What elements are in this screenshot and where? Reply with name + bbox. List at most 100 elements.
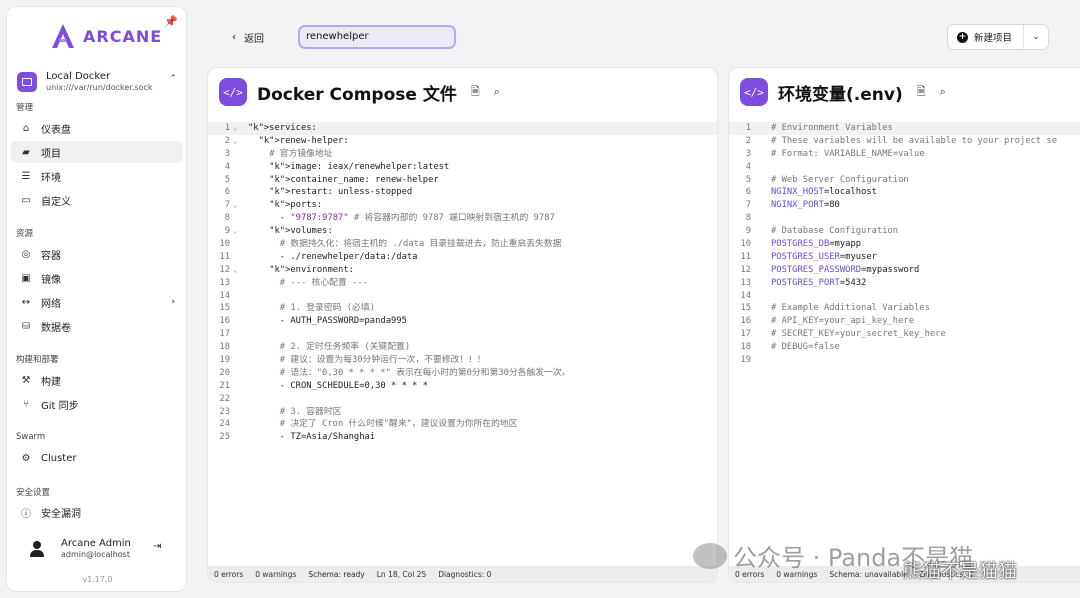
code-line[interactable]: 10 # 数据持久化：将宿主机的 ./data 目录挂载进去，防止重启丢失数据 xyxy=(208,238,717,251)
code-text: # 2. 定时任务频率 (关键配置) xyxy=(279,342,411,353)
new-project-dropdown-button[interactable]: ⌄ xyxy=(1024,32,1048,42)
environment-socket: unix:///var/run/docker.sock xyxy=(46,83,153,93)
code-line[interactable]: 1 ⌄ "k">services: xyxy=(208,122,717,135)
code-line[interactable]: 9 ⌄ "k">volumes: xyxy=(208,225,717,238)
code-line[interactable]: 18 # DEBUG=false xyxy=(729,341,1080,354)
code-line[interactable]: 16 # API_KEY=your_api_key_here xyxy=(729,315,1080,328)
sidebar-item-cluster[interactable]: ⚙ Cluster xyxy=(11,447,183,469)
compose-code-editor[interactable]: 1 ⌄ "k">services: 2 ⌄ "k">renew-helper: 3 # 官… xyxy=(208,122,717,566)
code-line[interactable]: 19 xyxy=(729,354,1080,367)
fold-chevron-icon[interactable]: ⌄ xyxy=(233,135,237,148)
code-line[interactable]: 15 # Example Additional Variables xyxy=(729,302,1080,315)
code-line[interactable]: 5 # Web Server Configuration xyxy=(729,174,1080,187)
code-line[interactable]: 14 xyxy=(729,290,1080,303)
code-line[interactable]: 12 ⌄ "k">environment: xyxy=(208,264,717,277)
code-line[interactable]: 17 # SECRET_KEY=your_secret_key_here xyxy=(729,328,1080,341)
fold-chevron-icon[interactable]: ⌄ xyxy=(233,122,237,135)
back-button[interactable]: ‹ 返回 xyxy=(232,30,264,45)
code-line[interactable]: 6 "k">restart: unless-stopped xyxy=(208,186,717,199)
line-number: 8 xyxy=(224,213,230,224)
arcane-logo[interactable]: ARCANE xyxy=(51,23,162,49)
code-line[interactable]: 6 NGINX_HOST=localhost xyxy=(729,186,1080,199)
sidebar-item-git-sync[interactable]: ⑂ Git 同步 xyxy=(11,393,183,415)
compose-status-bar: 0 errors 0 warnings Schema: ready Ln 18,… xyxy=(208,566,717,582)
code-line[interactable]: 12 POSTGRES_PASSWORD=mypassword xyxy=(729,264,1080,277)
code-text: # Format: VARIABLE_NAME=value xyxy=(771,148,925,159)
code-text: # 数据持久化：将宿主机的 ./data 目录挂载进去，防止重启丢失数据 xyxy=(279,239,562,250)
code-text: # Database Configuration xyxy=(771,226,899,237)
sidebar-item-containers[interactable]: ◎ 容器 xyxy=(11,243,183,265)
code-line[interactable]: 9 # Database Configuration xyxy=(729,225,1080,238)
code-line[interactable]: 21 - CRON_SCHEDULE=0,30 * * * * xyxy=(208,380,717,393)
code-line[interactable]: 25 - TZ=Asia/Shanghai xyxy=(208,431,717,444)
sidebar-item-label: 项目 xyxy=(41,148,61,160)
search-icon[interactable]: ⌕ xyxy=(940,85,946,99)
code-line[interactable]: 1 # Environment Variables xyxy=(729,122,1080,135)
sidebar-item-customize[interactable]: ▭ 自定义 xyxy=(11,189,183,211)
file-format-icon[interactable]: 🗎 xyxy=(917,83,926,102)
sidebar-item-projects[interactable]: ▰ 项目 xyxy=(11,141,183,163)
environment-selector[interactable]: Local Docker unix:///var/run/docker.sock… xyxy=(17,65,181,99)
sidebar-item-label: 构建 xyxy=(41,376,61,388)
code-line[interactable]: 23 # 3. 容器时区 xyxy=(208,406,717,419)
env-code-editor[interactable]: 1 # Environment Variables 2 # These variabl… xyxy=(729,122,1080,566)
fold-chevron-icon[interactable]: ⌄ xyxy=(233,264,237,277)
code-line[interactable]: 4 "k">image: ieax/renewhelper:latest xyxy=(208,161,717,174)
code-line[interactable]: 10 POSTGRES_DB=myapp xyxy=(729,238,1080,251)
fold-chevron-icon[interactable]: ⌄ xyxy=(233,225,237,238)
code-text: - AUTH_PASSWORD=panda995 xyxy=(248,316,407,327)
logout-icon[interactable]: ⇥ xyxy=(153,541,161,552)
sidebar-item-dashboard[interactable]: ⌂ 仪表盘 xyxy=(11,117,183,139)
back-label: 返回 xyxy=(244,34,264,45)
code-line[interactable]: 18 # 2. 定时任务频率 (关键配置) xyxy=(208,341,717,354)
code-line[interactable]: 3 # Format: VARIABLE_NAME=value xyxy=(729,148,1080,161)
code-line[interactable]: 8 xyxy=(729,212,1080,225)
new-project-button[interactable]: + 新建项目 xyxy=(948,25,1024,49)
env-editor-panel: </> 环境变量(.env) 🗎 ⌕ 1 # Environment Variab… xyxy=(728,67,1080,583)
code-line[interactable]: 11 - ./renewhelper/data:/data xyxy=(208,251,717,264)
line-number: 23 xyxy=(219,406,230,417)
line-number: 3 xyxy=(745,148,751,159)
sidebar-item-vulnerabilities[interactable]: ⓘ 安全漏洞 xyxy=(11,501,183,523)
code-line[interactable]: 15 # 1. 登录密码 (必填) xyxy=(208,302,717,315)
code-line[interactable]: 13 POSTGRES_PORT=5432 xyxy=(729,277,1080,290)
code-line[interactable]: 19 # 建议：设置为每30分钟运行一次，不要修改！！！ xyxy=(208,354,717,367)
sidebar-item-build[interactable]: ⚒ 构建 xyxy=(11,369,183,391)
line-number: 5 xyxy=(224,174,230,185)
code-text: # 决定了 Cron 什么时候"醒来"，建议设置为你所在的地区 xyxy=(279,419,518,430)
code-line[interactable]: 24 # 决定了 Cron 什么时候"醒来"，建议设置为你所在的地区 xyxy=(208,418,717,431)
sidebar-item-networks[interactable]: ↔ 网络 › xyxy=(11,291,183,313)
code-line[interactable]: 3 # 官方镜像地址 xyxy=(208,148,717,161)
sidebar-item-volumes[interactable]: ⛁ 数据卷 xyxy=(11,315,183,337)
sidebar-item-images[interactable]: ▣ 镜像 xyxy=(11,267,183,289)
code-line[interactable]: 13 # --- 核心配置 --- xyxy=(208,277,717,290)
code-line[interactable]: 7 ⌄ "k">ports: xyxy=(208,199,717,212)
user-profile[interactable]: Arcane Admin admin@localhost xyxy=(29,537,131,560)
project-name-input[interactable]: renewhelper xyxy=(298,25,456,49)
pin-icon[interactable]: 📌 xyxy=(164,15,178,28)
sidebar-item-environments[interactable]: ☰ 环境 xyxy=(11,165,183,187)
sidebar-item-label: 仪表盘 xyxy=(41,124,71,136)
code-line[interactable]: 16 - AUTH_PASSWORD=panda995 xyxy=(208,315,717,328)
line-number: 6 xyxy=(745,187,751,198)
chevron-updown-icon: ⌃ xyxy=(169,74,177,84)
code-text: - CRON_SCHEDULE=0,30 * * * * xyxy=(248,380,429,391)
code-line[interactable]: 5 "k">container_name: renew-helper xyxy=(208,174,717,187)
code-text: POSTGRES_PORT=5432 xyxy=(771,277,867,288)
section-title-manage: 管理 xyxy=(16,103,34,113)
code-line[interactable]: 7 NGINX_PORT=80 xyxy=(729,199,1080,212)
fold-chevron-icon[interactable]: ⌄ xyxy=(233,199,237,212)
code-line[interactable]: 20 # 语法："0,30 * * * *" 表示在每小时的第0分和第30分各触… xyxy=(208,367,717,380)
code-line[interactable]: 14 xyxy=(208,290,717,303)
code-line[interactable]: 17 xyxy=(208,328,717,341)
file-format-icon[interactable]: 🗎 xyxy=(471,83,480,102)
search-icon[interactable]: ⌕ xyxy=(494,85,500,99)
watermark-overlay: 熊猫不是猫猫 xyxy=(903,560,1018,582)
code-line[interactable]: 22 xyxy=(208,393,717,406)
code-line[interactable]: 2 # These variables will be available to … xyxy=(729,135,1080,148)
code-line[interactable]: 8 - "9787:9787" # 将容器内部的 9787 端口映射到宿主机的 … xyxy=(208,212,717,225)
code-line[interactable]: 2 ⌄ "k">renew-helper: xyxy=(208,135,717,148)
code-line[interactable]: 4 xyxy=(729,161,1080,174)
code-line[interactable]: 11 POSTGRES_USER=myuser xyxy=(729,251,1080,264)
sidebar-item-label: 自定义 xyxy=(41,196,71,208)
